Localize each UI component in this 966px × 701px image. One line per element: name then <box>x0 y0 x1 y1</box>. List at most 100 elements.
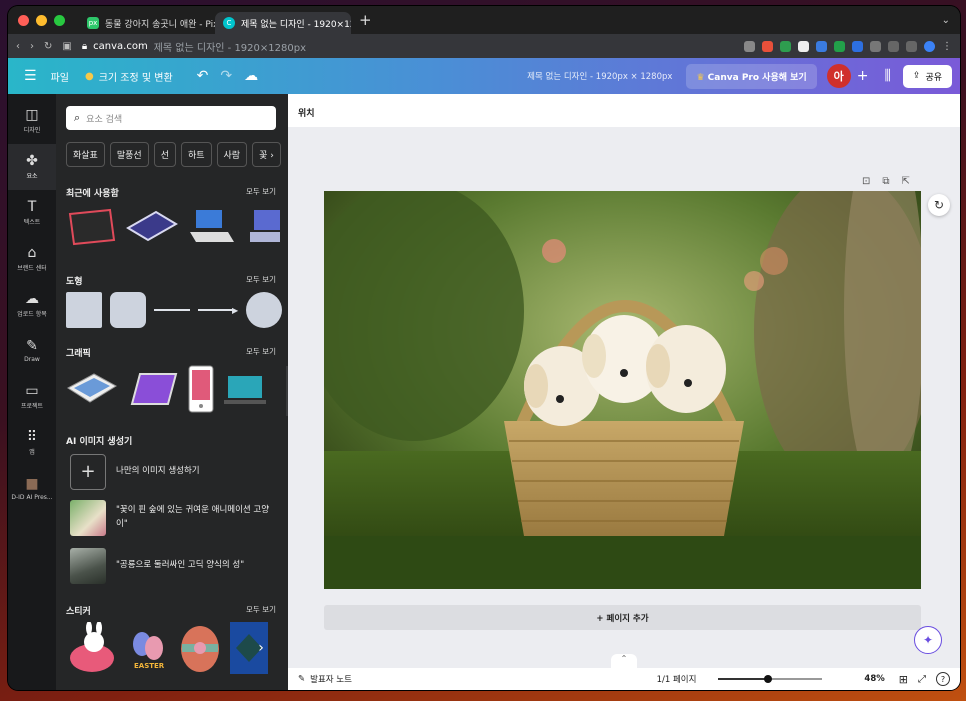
ai-generate-own-item[interactable]: + 나만의 이미지 생성하기 <box>70 454 270 490</box>
see-all-link[interactable]: 모두 보기 <box>246 274 276 287</box>
share-page-icon[interactable] <box>744 40 755 52</box>
page-indicator[interactable]: 1/1 페이지 <box>657 673 697 685</box>
square-shape[interactable] <box>66 292 102 328</box>
rounded-square-shape[interactable] <box>110 292 146 328</box>
rail-item-uploads[interactable]: ☁ 업로드 항목 <box>8 282 56 328</box>
lock-page-icon[interactable]: ⊡ <box>862 176 870 187</box>
search-icon: ⌕ <box>74 111 81 124</box>
ai-prompt-cat-item[interactable]: "꽃이 핀 숲에 있는 귀여운 애니메이션 고양이" <box>70 500 270 536</box>
rail-item-d-id[interactable]: ■ D-ID AI Pres... <box>8 466 56 512</box>
rail-label: 업로드 항목 <box>17 311 47 318</box>
extension-icon[interactable] <box>798 40 809 52</box>
see-all-link[interactable]: 모두 보기 <box>246 604 276 617</box>
rail-item-apps[interactable]: ⠿ 앱 <box>8 420 56 466</box>
extension-icon[interactable] <box>762 40 773 52</box>
laptop-teal-graphic-icon[interactable] <box>224 364 266 414</box>
chip-line[interactable]: 선 <box>153 142 176 167</box>
smartphone-graphic-icon[interactable] <box>186 364 216 414</box>
comment-refresh-icon[interactable]: ↻ <box>928 194 950 216</box>
extension-icon[interactable] <box>816 40 827 52</box>
element-search-input[interactable]: ⌕ 요소 검색 <box>66 106 276 130</box>
elements-panel: ⌕ 요소 검색 화살표 말풍선 선 하트 사람 꽃 › 최근에 사용함 모두 보… <box>56 94 288 690</box>
tab-list-chevron-icon[interactable]: ⌄ <box>942 15 950 26</box>
add-page-button[interactable]: + 페이지 추가 <box>324 605 921 630</box>
elements-icon: ✤ <box>26 153 38 169</box>
add-page-icon[interactable]: ⇱ <box>902 176 910 187</box>
reload-icon[interactable]: ↻ <box>44 41 52 52</box>
isometric-device-icon[interactable] <box>246 206 286 246</box>
easter-eggs-sticker-icon[interactable]: EASTER <box>126 622 170 674</box>
download-icon[interactable] <box>888 40 899 52</box>
fullscreen-icon[interactable]: ⤢ <box>918 674 926 685</box>
document-title[interactable]: 제목 없는 디자인 - 1920px × 1280px <box>527 70 672 82</box>
magic-sparkle-icon[interactable]: ✦ <box>914 626 942 654</box>
circle-shape[interactable] <box>246 292 283 328</box>
laptop-illustration-icon[interactable] <box>186 206 238 246</box>
rail-item-draw[interactable]: ✎ Draw <box>8 328 56 374</box>
close-window-button[interactable] <box>18 14 29 26</box>
chevron-right-icon[interactable]: › <box>254 622 268 674</box>
section-stickers-header: 스티커 모두 보기 <box>66 604 276 617</box>
arrow-line-shape[interactable]: ▶ <box>198 306 238 315</box>
rail-item-brand[interactable]: ⌂ 브랜드 센터 <box>8 236 56 282</box>
sidebar-icon[interactable] <box>906 40 917 52</box>
tablet-graphic-icon[interactable] <box>66 364 118 414</box>
share-button[interactable]: ⇪ 공유 <box>902 64 952 88</box>
cloud-save-icon[interactable]: ☁ <box>238 63 264 89</box>
speaker-notes-button[interactable]: 발표자 노트 <box>310 673 352 685</box>
duplicate-page-icon[interactable]: ⧉ <box>882 176 889 187</box>
left-rail: ◫ 디자인 ✤ 요소 T 텍스트 ⌂ 브랜드 센터 ☁ 업로드 항목 ✎ Dra… <box>8 94 56 690</box>
browser-tab-pixabay[interactable]: px 동물 강아지 송곳니 애완 - Pixabay <box>79 12 215 34</box>
chip-flower[interactable]: 꽃 › <box>252 142 281 167</box>
zoom-slider[interactable] <box>718 675 823 683</box>
extension-icon[interactable] <box>780 40 791 52</box>
add-collaborator-icon[interactable]: + <box>851 63 875 89</box>
chip-speech-bubble[interactable]: 말풍선 <box>109 142 149 167</box>
try-canva-pro-button[interactable]: ♛ Canva Pro 사용해 보기 <box>686 63 817 89</box>
easter-bunny-sticker-icon[interactable] <box>66 622 118 674</box>
maximize-window-button[interactable] <box>54 14 65 26</box>
help-icon[interactable]: ? <box>936 672 950 686</box>
rail-item-elements[interactable]: ✤ 요소 <box>8 144 56 190</box>
reader-icon[interactable]: ▣ <box>62 41 71 52</box>
extension-icon[interactable] <box>870 40 881 52</box>
undo-icon[interactable]: ↶ <box>191 63 215 89</box>
url-field[interactable]: 🔒︎ canva.com 제목 없는 디자인 - 1920×1280px <box>82 39 306 54</box>
resize-button[interactable]: ● 크기 조정 및 변환 <box>77 63 181 89</box>
purple-tablet-graphic-icon[interactable] <box>126 364 178 414</box>
more-menu-icon[interactable]: ⋮ <box>942 41 952 52</box>
position-button[interactable]: 위치 <box>298 109 315 119</box>
profile-icon[interactable] <box>924 40 935 52</box>
minimize-window-button[interactable] <box>36 14 47 26</box>
window-controls <box>18 14 65 26</box>
expand-pages-chevron-icon[interactable]: ⌃ <box>611 654 637 668</box>
see-all-link[interactable]: 모두 보기 <box>246 346 276 359</box>
see-all-link[interactable]: 모두 보기 <box>246 186 276 199</box>
back-icon[interactable]: ‹ <box>16 41 20 52</box>
rail-item-projects[interactable]: ▭ 프로젝트 <box>8 374 56 420</box>
tablet-purple-illustration-icon[interactable] <box>126 206 178 246</box>
zoom-slider-handle[interactable] <box>764 675 773 683</box>
insights-chart-icon[interactable]: ⫼ <box>878 63 896 89</box>
ai-prompt-castle-item[interactable]: "공룡으로 둘러싸인 고딕 양식의 성" <box>70 548 270 584</box>
browser-tab-canva[interactable]: C 제목 없는 디자인 - 1920×1280px ✕ <box>215 12 351 34</box>
rail-item-text[interactable]: T 텍스트 <box>8 190 56 236</box>
new-tab-button[interactable]: + <box>359 11 372 29</box>
forward-icon[interactable]: › <box>30 41 34 52</box>
line-shape[interactable] <box>154 309 190 311</box>
decorated-egg-sticker-icon[interactable] <box>178 622 222 674</box>
redo-icon[interactable]: ↷ <box>214 63 238 89</box>
zoom-level[interactable]: 48% <box>864 674 884 684</box>
extension-icon[interactable] <box>834 40 845 52</box>
chip-arrow[interactable]: 화살표 <box>66 142 105 167</box>
rail-item-design[interactable]: ◫ 디자인 <box>8 98 56 144</box>
chip-heart[interactable]: 하트 <box>180 142 212 167</box>
grid-view-icon[interactable]: ⊞ <box>899 673 908 686</box>
avatar[interactable]: 아 <box>826 64 851 88</box>
tablet-illustration-icon[interactable] <box>66 206 118 246</box>
chip-person[interactable]: 사람 <box>216 142 248 167</box>
file-menu-button[interactable]: 파일 <box>43 63 77 89</box>
extension-icon[interactable] <box>852 40 863 52</box>
design-canvas-photo[interactable] <box>324 191 921 589</box>
hamburger-menu-icon[interactable]: ☰ <box>18 63 43 89</box>
